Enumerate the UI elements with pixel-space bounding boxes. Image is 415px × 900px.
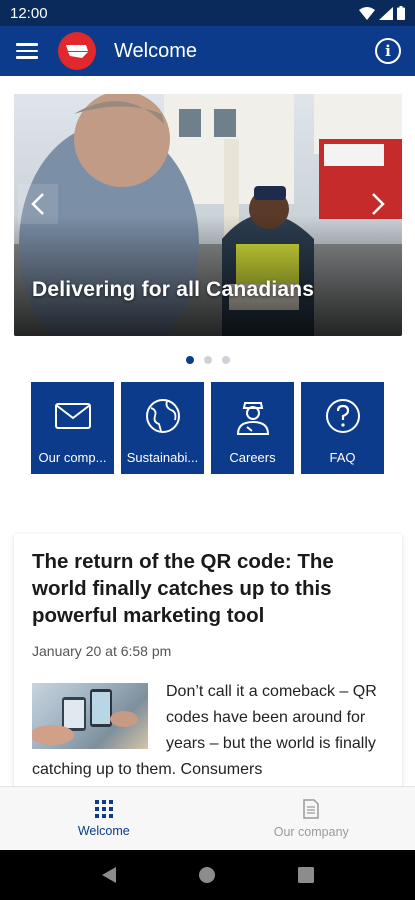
wifi-icon (359, 6, 375, 20)
question-circle-icon (325, 399, 360, 433)
recents-icon[interactable] (298, 867, 315, 883)
news-thumbnail[interactable] (32, 683, 148, 749)
system-navigation-bar (0, 850, 415, 900)
tile-careers[interactable]: Careers (211, 382, 294, 474)
document-icon (303, 798, 319, 819)
tile-label: Careers (229, 450, 276, 465)
quick-links: Our comp... Sustainabi... Careers FAQ (31, 382, 384, 474)
chevron-left-icon (31, 193, 44, 215)
app-bar: Welcome i (0, 26, 415, 76)
canada-post-logo (58, 32, 96, 70)
chevron-right-icon (372, 193, 385, 215)
envelope-icon (54, 403, 91, 429)
tile-label: Sustainabi... (126, 450, 199, 465)
globe-icon (145, 399, 180, 433)
carousel-indicator (0, 356, 415, 364)
carousel-dot-1[interactable] (185, 356, 194, 364)
hero-carousel[interactable]: Delivering for all Canadians (14, 94, 402, 336)
tile-label: FAQ (329, 450, 356, 465)
previous-slide-button[interactable] (18, 184, 58, 224)
news-body: Don’t call it a comeback – QR codes have… (32, 679, 384, 783)
nav-our-company[interactable]: Our company (208, 787, 415, 850)
menu-icon[interactable] (16, 43, 38, 59)
grid-icon (94, 799, 113, 818)
news-card[interactable]: The return of the QR code: The world fin… (14, 534, 402, 794)
signal-icon (379, 6, 393, 20)
carousel-dot-3[interactable] (221, 356, 230, 364)
carousel-caption: Delivering for all Canadians (32, 278, 315, 301)
tile-faq[interactable]: FAQ (301, 382, 384, 474)
tile-sustainability[interactable]: Sustainabi... (121, 382, 204, 474)
status-icons (359, 6, 405, 20)
news-date: January 20 at 6:58 pm (32, 643, 172, 659)
next-slide-button[interactable] (358, 184, 398, 224)
carousel-dot-2[interactable] (203, 356, 212, 364)
status-bar: 12:00 (0, 0, 415, 26)
bottom-navigation: Welcome Our company (0, 786, 415, 850)
nav-welcome[interactable]: Welcome (0, 787, 208, 850)
tile-label: Our comp... (38, 450, 107, 465)
carrier-person-icon (236, 402, 269, 435)
nav-our-company-label: Our company (273, 824, 349, 839)
info-icon[interactable]: i (375, 38, 401, 64)
nav-welcome-label: Welcome (77, 823, 130, 838)
home-icon[interactable] (198, 866, 216, 884)
tile-our-company[interactable]: Our comp... (31, 382, 114, 474)
page-title: Welcome (114, 39, 197, 62)
back-icon[interactable] (101, 866, 117, 884)
news-title[interactable]: The return of the QR code: The world fin… (32, 548, 384, 629)
status-time: 12:00 (10, 4, 48, 22)
battery-icon (397, 6, 405, 20)
